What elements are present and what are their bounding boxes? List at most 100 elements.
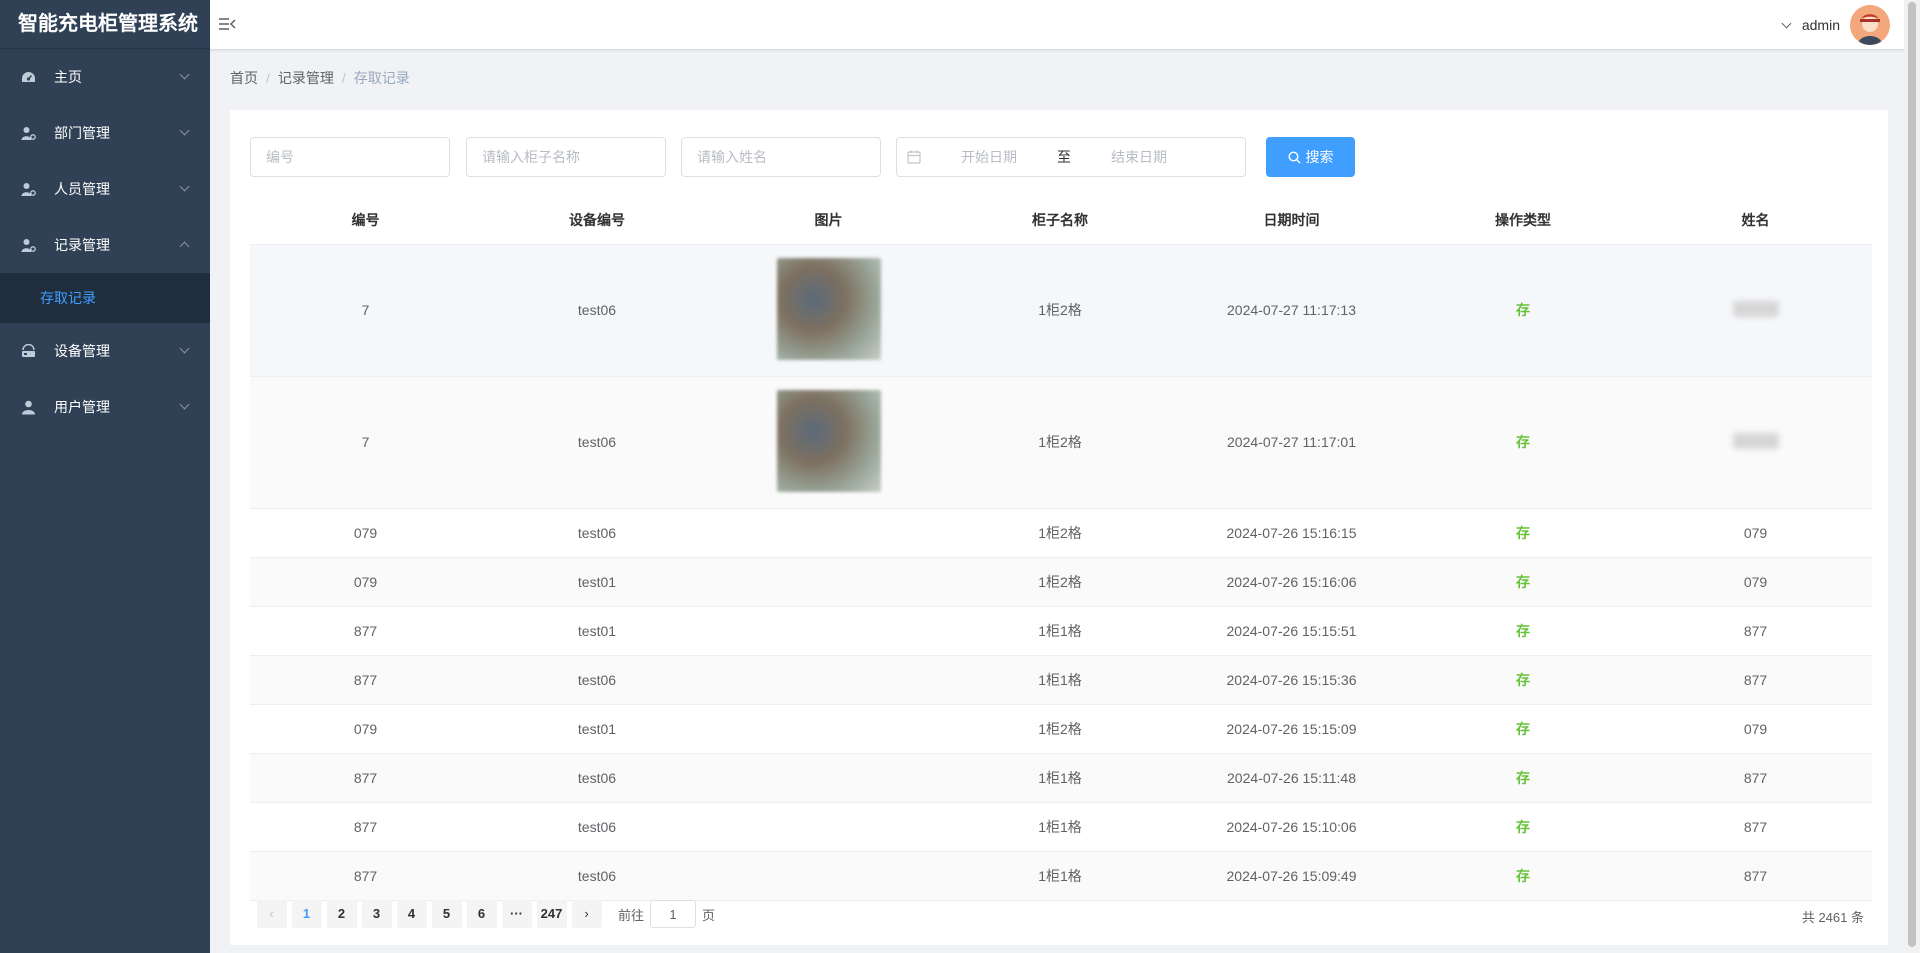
cell-number: 079 (250, 508, 481, 558)
sidebar-item-personnel[interactable]: 人员管理 (0, 161, 210, 217)
cell-text: 2024-07-26 15:09:49 (1226, 867, 1357, 884)
cell-number: 7 (250, 376, 481, 509)
start-date-input[interactable] (929, 149, 1049, 165)
number-input[interactable] (250, 137, 450, 177)
sidebar-item-departments[interactable]: 部门管理 (0, 105, 210, 161)
search-button-label: 搜索 (1305, 149, 1334, 165)
page-scrollbar[interactable] (1904, 0, 1920, 953)
column-header-cabinet[interactable]: 柜子名称 (944, 196, 1176, 245)
column-header-name[interactable]: 姓名 (1639, 196, 1872, 245)
dashboard-icon (20, 69, 36, 85)
cell-name: 877 (1639, 851, 1872, 901)
cell-text: 2024-07-26 15:11:48 (1227, 769, 1356, 786)
column-header-operation[interactable]: 操作类型 (1407, 196, 1639, 245)
cell-image (713, 851, 944, 901)
page-button[interactable]: 3 (361, 900, 392, 928)
page-button[interactable]: 6 (466, 900, 497, 928)
cell-name: 079 (1639, 508, 1872, 558)
cell-cabinet: 1柜1格 (944, 851, 1176, 901)
sidebar-item-users[interactable]: 用户管理 (0, 379, 210, 435)
operation-type-label: 存 (1516, 622, 1530, 639)
table-row[interactable]: 079 test01 1柜2格 2024-07-26 15:15:09 存 079 (250, 704, 1872, 754)
cabinet-name-input[interactable] (466, 137, 666, 177)
hamburger-icon[interactable] (218, 15, 238, 35)
goto-page-input[interactable] (650, 900, 697, 928)
page-button[interactable]: 2 (326, 900, 357, 928)
page-button[interactable]: 4 (396, 900, 427, 928)
date-range-picker[interactable]: 至 (896, 137, 1246, 177)
column-header-number[interactable]: 编号 (250, 196, 481, 245)
page-button[interactable]: 1 (291, 900, 322, 928)
cell-text: 079 (353, 720, 378, 737)
column-header-device[interactable]: 设备编号 (481, 196, 713, 245)
column-header-image[interactable]: 图片 (713, 196, 944, 245)
cell-cabinet: 1柜2格 (944, 508, 1176, 558)
end-date-input[interactable] (1079, 149, 1199, 165)
user-dropdown[interactable]: admin (1781, 5, 1890, 45)
breadcrumb-records[interactable]: 记录管理 (278, 70, 334, 86)
cell-text: 877 (353, 867, 378, 884)
breadcrumb-home[interactable]: 首页 (230, 70, 258, 86)
cell-text: 079 (1743, 524, 1768, 541)
cell-image (713, 557, 944, 607)
operation-type-label: 存 (1516, 769, 1530, 786)
breadcrumb: 首页 / 记录管理 / 存取记录 (230, 68, 410, 88)
record-photo[interactable] (776, 389, 881, 492)
table-row[interactable]: 877 test06 1柜1格 2024-07-26 15:11:48 存 877 (250, 753, 1872, 803)
calendar-icon (907, 150, 921, 164)
sidebar-item-devices[interactable]: 设备管理 (0, 323, 210, 379)
device-icon (20, 343, 36, 359)
page-button[interactable]: 247 (536, 900, 567, 928)
operation-type-label: 存 (1516, 573, 1530, 590)
records-table: 编号 设备编号 图片 柜子名称 日期时间 操作类型 姓名 7 test06 1柜2格… (250, 196, 1872, 901)
table-header-row: 编号 设备编号 图片 柜子名称 日期时间 操作类型 姓名 (250, 196, 1872, 245)
cell-text: 877 (353, 671, 378, 688)
cell-text: 2024-07-27 11:17:13 (1227, 302, 1356, 318)
sidebar-item-records[interactable]: 记录管理 (0, 217, 210, 273)
table-row[interactable]: 079 test06 1柜2格 2024-07-26 15:16:15 存 079 (250, 508, 1872, 558)
cell-number: 877 (250, 753, 481, 803)
record-photo[interactable] (776, 257, 881, 360)
cell-text: 1柜1格 (1038, 867, 1082, 884)
page-button[interactable]: 5 (431, 900, 462, 928)
table-row[interactable]: 877 test06 1柜1格 2024-07-26 15:09:49 存 877 (250, 851, 1872, 901)
more-pages-button[interactable]: ··· (501, 900, 532, 928)
table-row[interactable]: 7 test06 1柜2格 2024-07-27 11:17:13 存 (250, 244, 1872, 377)
breadcrumb-separator: / (341, 70, 346, 86)
cell-operation: 存 (1407, 655, 1639, 705)
search-button[interactable]: 搜索 (1266, 137, 1355, 177)
cell-text: 1柜1格 (1038, 622, 1082, 639)
avatar[interactable] (1850, 5, 1890, 45)
cell-number: 877 (250, 802, 481, 852)
sidebar-item-home[interactable]: 主页 (0, 49, 210, 105)
cell-cabinet: 1柜1格 (944, 802, 1176, 852)
cell-number: 877 (250, 606, 481, 656)
cell-device: test01 (481, 606, 713, 656)
sidebar-item-label: 主页 (54, 69, 82, 85)
cell-text: 1柜1格 (1038, 671, 1082, 688)
main-panel: 至 搜索 编号 设备编号 图片 柜子名称 日期时间 操作类型 姓名 7 test0… (230, 110, 1888, 945)
cell-name: 079 (1639, 704, 1872, 754)
submenu-item-access-records[interactable]: 存取记录 (0, 273, 210, 323)
prev-page-button[interactable]: ‹ (256, 900, 287, 928)
name-input[interactable] (681, 137, 881, 177)
column-header-datetime[interactable]: 日期时间 (1176, 196, 1407, 245)
sidebar-item-label: 用户管理 (54, 399, 110, 415)
sidebar-item-label: 部门管理 (54, 125, 110, 141)
table-row[interactable]: 877 test06 1柜1格 2024-07-26 15:15:36 存 877 (250, 655, 1872, 705)
chevron-down-icon (179, 343, 190, 354)
table-row[interactable]: 7 test06 1柜2格 2024-07-27 11:17:01 存 (250, 376, 1872, 509)
table-row[interactable]: 877 test06 1柜1格 2024-07-26 15:10:06 存 877 (250, 802, 1872, 852)
table-row[interactable]: 877 test01 1柜1格 2024-07-26 15:15:51 存 877 (250, 606, 1872, 656)
table-row[interactable]: 079 test01 1柜2格 2024-07-26 15:16:06 存 079 (250, 557, 1872, 607)
scrollbar-thumb[interactable] (1908, 2, 1916, 947)
cell-datetime: 2024-07-26 15:09:49 (1176, 851, 1407, 901)
cell-text: test06 (577, 671, 617, 688)
cell-name: 079 (1639, 557, 1872, 607)
cell-text: test01 (577, 622, 617, 639)
next-page-button[interactable]: › (571, 900, 602, 928)
cell-text: 877 (1743, 622, 1768, 639)
cell-name: 877 (1639, 802, 1872, 852)
cell-device: test06 (481, 655, 713, 705)
cell-name (1639, 376, 1872, 509)
